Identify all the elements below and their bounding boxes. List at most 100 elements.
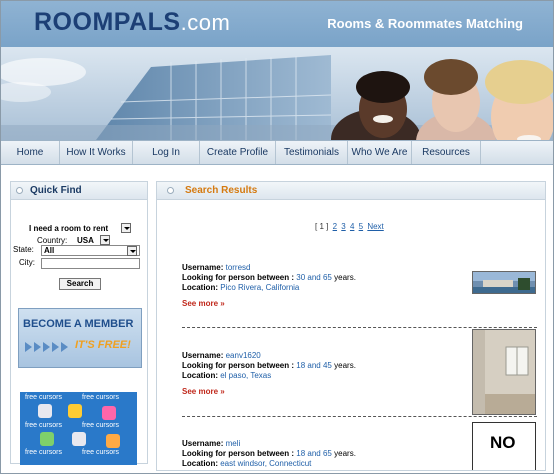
see-more-link[interactable]: See more » (182, 299, 537, 308)
need-room-label: I need a room to rent (29, 224, 109, 233)
location-label: Location: (182, 283, 218, 292)
member-banner-subheading: IT'S FREE! (75, 339, 131, 351)
years-label: years. (334, 449, 356, 458)
search-results-panel: Search Results [ 1 ] 2 3 4 5 Next Userna… (156, 181, 546, 471)
search-results-header: Search Results (157, 182, 545, 200)
nav-how-it-works[interactable]: How It Works (60, 141, 133, 164)
logo-domain-text: .com (180, 10, 231, 35)
pagination: [ 1 ] 2 3 4 5 Next (315, 222, 384, 231)
bullet-icon (16, 187, 23, 194)
result-divider (182, 416, 537, 417)
site-tagline: Rooms & Roommates Matching (327, 16, 523, 31)
country-dropdown[interactable] (100, 235, 110, 245)
result-photo-thumbnail[interactable] (472, 271, 536, 294)
age-min: 18 (296, 449, 306, 458)
quick-find-header: Quick Find (11, 182, 147, 200)
room-photo-image (473, 330, 535, 414)
years-label: years. (334, 273, 356, 282)
country-value[interactable]: USA (77, 236, 94, 245)
cat-cursor-icon (38, 404, 52, 418)
banner-illustration (1, 47, 553, 140)
nav-home[interactable]: Home (1, 141, 60, 164)
nav-testimonials[interactable]: Testimonials (276, 141, 348, 164)
cursors-ad-text: free cursors (82, 422, 119, 429)
age-max: 65 (322, 449, 332, 458)
pager-page-link[interactable]: 4 (350, 222, 354, 231)
age-max: 45 (322, 361, 332, 370)
page: ROOMPALS.com Rooms & Roommates Matching (0, 0, 554, 474)
search-button[interactable]: Search (59, 278, 101, 290)
age-and: and (307, 273, 321, 282)
age-and: and (307, 361, 321, 370)
site-logo[interactable]: ROOMPALS.com (34, 8, 230, 37)
cursors-ad-text: free cursors (82, 449, 119, 456)
logo-main-text: ROOMPALS (34, 8, 181, 36)
state-select-value: All (44, 246, 55, 255)
result-location: east windsor, Connecticut (220, 459, 312, 468)
result-username[interactable]: eanv1620 (226, 351, 261, 360)
age-min: 18 (296, 361, 306, 370)
see-more-text: See more (182, 299, 219, 308)
city-label: City: (19, 258, 35, 267)
see-more-text: See more (182, 387, 219, 396)
username-label: Username: (182, 439, 224, 448)
cursor-sprite-icon (40, 432, 54, 446)
looking-label: Looking for person between : (182, 361, 295, 370)
nav-log-in[interactable]: Log In (133, 141, 200, 164)
arrow-icon (43, 342, 50, 352)
result-username[interactable]: torresd (226, 263, 251, 272)
arrow-icon (52, 342, 59, 352)
state-select[interactable]: All (41, 245, 140, 256)
pager-page-link[interactable]: 5 (359, 222, 363, 231)
cursor-sprite-icon (68, 404, 82, 418)
pager-current-page: [ 1 ] (315, 222, 329, 231)
looking-label: Looking for person between : (182, 449, 295, 458)
pager-page-link[interactable]: 3 (341, 222, 345, 231)
header-banner-image (1, 47, 553, 140)
arrow-icon (61, 342, 68, 352)
cursor-sprite-icon (72, 432, 86, 446)
cursors-ad-text: free cursors (25, 422, 62, 429)
city-input[interactable] (41, 258, 140, 269)
result-location: el paso, Texas (220, 371, 272, 380)
result-photo-thumbnail[interactable] (472, 329, 536, 415)
no-photo-text: NO (490, 433, 516, 452)
quick-find-title: Quick Find (30, 185, 82, 196)
result-divider (182, 327, 537, 328)
pager-next-link[interactable]: Next (367, 222, 383, 231)
search-results-title: Search Results (185, 185, 258, 196)
state-dropdown-arrow[interactable] (127, 246, 137, 256)
cursors-ad-text: free cursors (82, 394, 119, 401)
member-banner-heading: BECOME A MEMBER (23, 318, 134, 330)
need-room-dropdown[interactable] (121, 223, 131, 233)
main-nav: Home How It Works Log In Create Profile … (1, 140, 553, 165)
house-photo-image (473, 272, 535, 293)
pager-page-link[interactable]: 2 (333, 222, 337, 231)
quick-find-panel: Quick Find I need a room to rent Country… (10, 181, 148, 465)
age-max: 65 (322, 273, 332, 282)
cursors-ad-text: free cursors (25, 449, 62, 456)
site-header: ROOMPALS.com Rooms & Roommates Matching (1, 1, 553, 47)
result-location: Pico Rivera, California (220, 283, 300, 292)
arrow-icon (34, 342, 41, 352)
cursor-sprite-icon (106, 434, 120, 448)
cursors-ad-text: free cursors (25, 394, 62, 401)
become-member-banner[interactable]: BECOME A MEMBER IT'S FREE! (18, 308, 142, 368)
age-min: 30 (296, 273, 306, 282)
cursor-sprite-icon (102, 406, 116, 420)
location-label: Location: (182, 459, 218, 468)
location-label: Location: (182, 371, 218, 380)
years-label: years. (334, 361, 356, 370)
username-label: Username: (182, 263, 224, 272)
bullet-icon (167, 187, 174, 194)
result-username[interactable]: meli (226, 439, 241, 448)
nav-create-profile[interactable]: Create Profile (200, 141, 276, 164)
username-label: Username: (182, 351, 224, 360)
see-more-arrow-icon: » (220, 299, 225, 308)
see-more-arrow-icon: » (220, 387, 225, 396)
nav-who-we-are[interactable]: Who We Are (348, 141, 412, 164)
nav-resources[interactable]: Resources (412, 141, 481, 164)
country-label: Country: (37, 236, 68, 245)
no-photo-placeholder[interactable]: NO (472, 422, 536, 470)
free-cursors-ad[interactable]: free cursors free cursors free cursors f… (20, 392, 137, 465)
